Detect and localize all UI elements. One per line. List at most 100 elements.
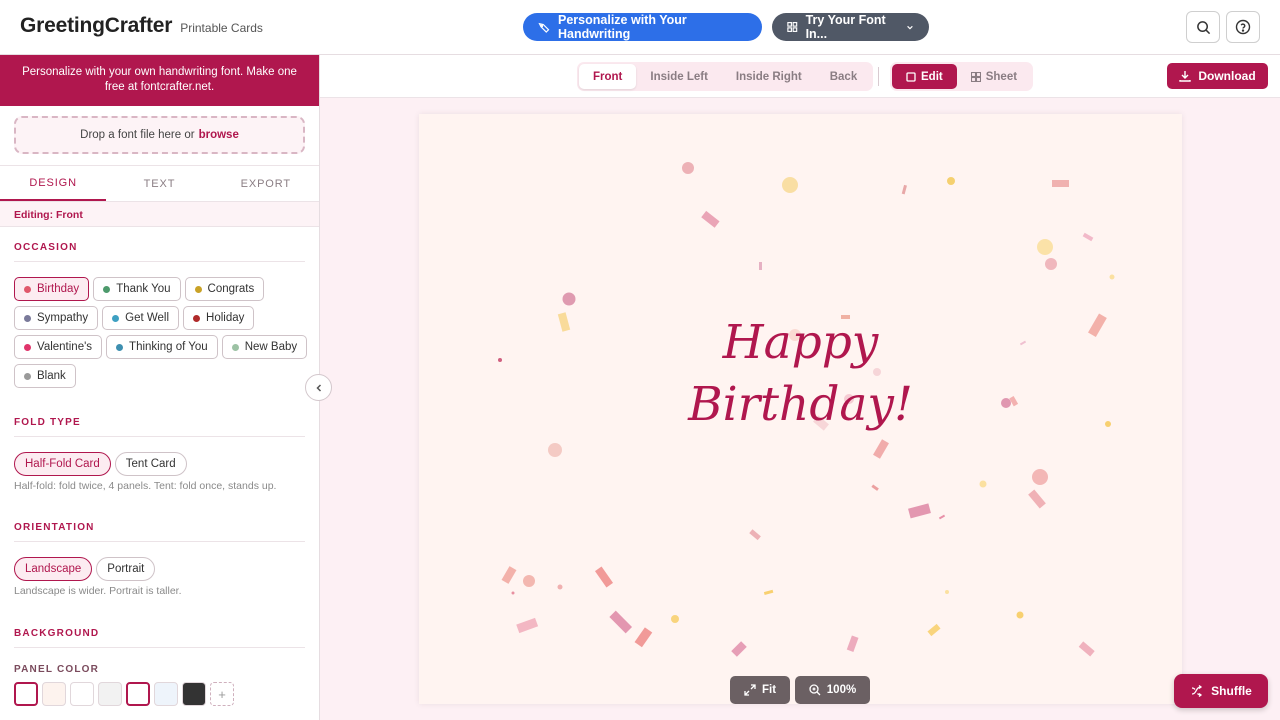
fold-type-options: Half-Fold Card Tent Card (14, 452, 309, 476)
occasion-chip-holiday[interactable]: Holiday (183, 306, 255, 330)
occasion-chip-label: Valentine's (37, 341, 93, 353)
swatch-white[interactable] (14, 682, 38, 706)
swatch-white-selected[interactable] (126, 682, 150, 706)
occasion-chip-label: Holiday (206, 312, 245, 324)
browse-link[interactable]: browse (199, 129, 239, 141)
font-dropzone[interactable]: Drop a font file here or browse (14, 116, 305, 154)
holiday-dot (193, 314, 201, 322)
occasion-chip-label: Sympathy (37, 312, 89, 324)
help-button[interactable] (1226, 11, 1260, 43)
shuffle-button[interactable]: Shuffle (1174, 674, 1268, 708)
greeting-line-2: Birthday! (688, 377, 913, 432)
editing-label: Editing: Front (0, 202, 319, 227)
panel-inside-right[interactable]: Inside Right (722, 64, 816, 89)
download-icon (1179, 71, 1192, 82)
occasion-options: Birthday Thank You Congrats Sympathy Get… (14, 277, 309, 388)
swatch-charcoal[interactable] (182, 682, 206, 706)
fit-button[interactable]: Fit (730, 676, 790, 704)
add-swatch-button[interactable]: + (210, 682, 234, 706)
panel-back[interactable]: Back (816, 64, 872, 89)
try-font-button[interactable]: Try Your Font In... (772, 13, 929, 41)
fit-label: Fit (761, 684, 777, 696)
occasion-chip-label: Congrats (207, 283, 255, 295)
card-greeting-text[interactable]: Happy Birthday! (419, 312, 1182, 436)
panel-inside-left[interactable]: Inside Left (636, 64, 722, 89)
orientation-options: Landscape Portrait (14, 557, 309, 581)
thinking-of-you-dot (116, 343, 124, 351)
brand-tagline: Printable Cards (180, 21, 263, 35)
mode-sheet[interactable]: Sheet (957, 64, 1031, 89)
swatch-cream[interactable] (42, 682, 66, 706)
zoom-button[interactable]: 100% (795, 676, 870, 704)
get-well-dot (112, 314, 120, 322)
occasion-chip-label: Thinking of You (129, 341, 208, 353)
occasion-chip-valentines[interactable]: Valentine's (14, 335, 103, 359)
occasion-chip-blank[interactable]: Blank (14, 364, 76, 388)
mode-switcher: Edit Sheet (890, 62, 1034, 91)
orientation-hint: Landscape is wider. Portrait is taller. (14, 585, 182, 597)
blank-dot (24, 372, 31, 380)
brand-name: GreetingCrafter (20, 14, 173, 37)
download-label: Download (1198, 69, 1256, 83)
shuffle-icon (1192, 684, 1203, 698)
sidebar: Personalize with your own handwriting fo… (0, 55, 320, 720)
download-button[interactable]: Download (1167, 63, 1268, 89)
card-front-panel[interactable]: Happy Birthday! (419, 114, 1182, 704)
main-canvas-area: Front Inside Left Inside Right Back Edit… (320, 55, 1280, 720)
occasion-chip-congrats[interactable]: Congrats (184, 277, 265, 301)
chevron-down-icon (907, 25, 913, 30)
new-baby-dot (231, 343, 239, 351)
valentines-dot (24, 343, 31, 351)
swatch-white-alt[interactable] (70, 682, 94, 706)
chevron-left-icon (315, 383, 321, 392)
orientation-portrait-option[interactable]: Portrait (96, 557, 156, 581)
canvas-toolbar: Front Inside Left Inside Right Back Edit… (320, 55, 1280, 98)
try-font-label: Try Your Font In... (805, 13, 886, 41)
tab-export[interactable]: EXPORT (213, 166, 319, 201)
congrats-dot (194, 285, 202, 293)
occasion-chip-thinking-of-you[interactable]: Thinking of You (106, 335, 218, 359)
fold-half-fold-option[interactable]: Half-Fold Card (14, 452, 111, 476)
brand[interactable]: GreetingCrafter Printable Cards (20, 14, 263, 38)
expand-icon (744, 684, 756, 696)
search-button[interactable] (1186, 11, 1220, 43)
occasion-chip-new-baby[interactable]: New Baby (221, 335, 308, 359)
fold-tent-card-option[interactable]: Tent Card (114, 452, 187, 476)
occasion-title: OCCASION (14, 242, 305, 262)
sympathy-dot (24, 314, 31, 322)
panel-color-label: PANEL COLOR (14, 664, 100, 675)
panel-switcher: Front Inside Left Inside Right Back (577, 62, 874, 91)
zoom-level: 100% (826, 684, 857, 696)
swatch-light-blue[interactable] (154, 682, 178, 706)
orientation-title: ORIENTATION (14, 522, 305, 542)
panel-color-swatches: + (14, 682, 234, 706)
orientation-landscape-option[interactable]: Landscape (14, 557, 93, 581)
tab-design[interactable]: DESIGN (0, 166, 107, 201)
search-icon (1196, 20, 1210, 34)
occasion-chip-label: Get Well (125, 312, 170, 324)
occasion-chip-get-well[interactable]: Get Well (102, 306, 180, 330)
occasion-chip-thank-you[interactable]: Thank You (93, 277, 181, 301)
occasion-chip-label: Birthday (37, 283, 80, 295)
personalize-handwriting-button[interactable]: Personalize with Your Handwriting (523, 13, 762, 41)
birthday-dot (24, 285, 31, 293)
occasion-chip-birthday[interactable]: Birthday (14, 277, 90, 301)
app-header: GreetingCrafter Printable Cards Personal… (0, 0, 1280, 55)
tab-text[interactable]: TEXT (106, 166, 212, 201)
greeting-line-1: Happy (722, 315, 879, 370)
occasion-chip-label: Blank (37, 370, 66, 382)
grid-icon (787, 22, 798, 32)
fold-hint: Half-fold: fold twice, 4 panels. Tent: f… (14, 480, 277, 492)
promo-banner: Personalize with your own handwriting fo… (0, 55, 319, 106)
personalize-handwriting-label: Personalize with Your Handwriting (558, 13, 687, 41)
collapse-sidebar-button[interactable] (305, 374, 332, 401)
zoom-icon (809, 684, 821, 696)
panel-front[interactable]: Front (579, 64, 637, 89)
swatch-light-gray[interactable] (98, 682, 122, 706)
dropzone-text: Drop a font file here or (80, 129, 195, 141)
mode-edit[interactable]: Edit (892, 64, 957, 89)
help-icon (1235, 19, 1251, 35)
occasion-chip-label: New Baby (244, 341, 298, 353)
occasion-chip-sympathy[interactable]: Sympathy (14, 306, 99, 330)
sidebar-tabs: DESIGN TEXT EXPORT (0, 165, 319, 202)
